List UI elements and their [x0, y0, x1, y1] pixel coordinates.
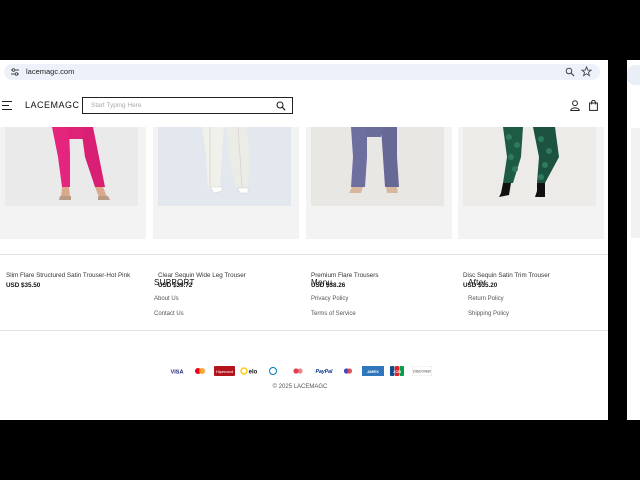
- svg-text:Hipercard: Hipercard: [216, 369, 233, 374]
- adjacent-window-edge: [627, 60, 640, 420]
- search-box[interactable]: [82, 97, 293, 114]
- shopping-bag-icon[interactable]: [589, 100, 598, 111]
- footer-link-about-us[interactable]: About Us: [154, 295, 179, 303]
- footer-link-shipping-policy[interactable]: Shipping Policy: [468, 310, 509, 318]
- site-settings-icon[interactable]: [10, 67, 20, 77]
- svg-text:elo: elo: [249, 369, 258, 375]
- product-image[interactable]: [463, 127, 596, 206]
- url-text[interactable]: lacemagc.com: [26, 67, 74, 77]
- mastercard-alt-icon: [343, 368, 353, 374]
- diners-club-icon: [269, 367, 277, 375]
- copyright-text: © 2025 LACEMAGC: [272, 384, 328, 390]
- footer-link-contact-us[interactable]: Contact Us: [154, 310, 184, 318]
- product-image[interactable]: [158, 127, 291, 206]
- search-icon[interactable]: [276, 101, 286, 111]
- footer-divider: [0, 330, 608, 331]
- svg-text:PayPal: PayPal: [315, 369, 333, 375]
- product-image[interactable]: [5, 127, 138, 206]
- svg-text:AMEX: AMEX: [367, 369, 379, 374]
- paypal-icon: PayPal: [315, 369, 333, 375]
- amex-icon: AMEX: [362, 366, 384, 376]
- footer-link-privacy-policy[interactable]: Privacy Policy: [311, 295, 348, 303]
- product-price: USD $35.50: [6, 282, 41, 289]
- address-bar[interactable]: lacemagc.com: [4, 64, 600, 80]
- browser-window: lacemagc.com LACEMAGC Start Typing Here …: [0, 60, 608, 420]
- product-card[interactable]: [153, 127, 299, 239]
- footer-heading-after: After: [468, 278, 487, 287]
- svg-text:VISA: VISA: [171, 369, 184, 375]
- discover-icon: DISCOVER: [412, 366, 432, 376]
- footer-link-terms-of-service[interactable]: Terms of Service: [311, 310, 356, 318]
- visa-icon: VISA: [168, 366, 186, 376]
- hamburger-menu-icon[interactable]: [2, 101, 12, 111]
- svg-text:DISCOVER: DISCOVER: [413, 369, 431, 373]
- search-input[interactable]: [91, 100, 261, 111]
- bookmark-star-icon[interactable]: [581, 66, 592, 77]
- jcb-icon: JCB: [390, 366, 404, 376]
- account-icon[interactable]: [570, 100, 580, 111]
- payment-methods: VISA Hipercard elo PayPal AMEX JCB DISCO…: [168, 366, 436, 378]
- elo-icon: elo: [240, 367, 258, 375]
- product-card[interactable]: [306, 127, 452, 239]
- product-image[interactable]: [311, 127, 444, 206]
- mastercard-icon: [195, 368, 205, 374]
- product-name[interactable]: Slim Flare Structured Satin Trouser-Hot …: [6, 272, 130, 279]
- svg-text:JCB: JCB: [393, 369, 401, 374]
- hipercard-icon: Hipercard: [214, 366, 235, 376]
- zoom-icon[interactable]: [565, 67, 575, 77]
- footer-link-return-policy[interactable]: Return Policy: [468, 295, 504, 303]
- footer-heading-menu: Menu: [311, 278, 333, 287]
- product-card[interactable]: [458, 127, 604, 239]
- footer-heading-support: SUPPORT: [154, 278, 195, 287]
- product-card[interactable]: [0, 127, 146, 239]
- site-logo[interactable]: LACEMAGC: [25, 100, 80, 111]
- footer-divider: [0, 254, 608, 255]
- maestro-icon: [293, 368, 303, 374]
